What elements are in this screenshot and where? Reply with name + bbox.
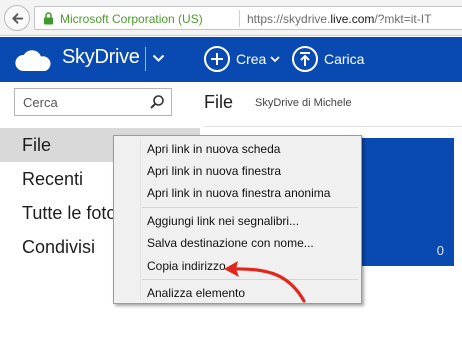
identity-separator	[239, 10, 240, 27]
url-text[interactable]: https://skydrive.live.com/?mkt=it-IT	[247, 12, 431, 26]
page-title: File	[204, 92, 234, 112]
tile-count: 0	[436, 243, 444, 258]
create-button[interactable]: Crea	[204, 44, 280, 74]
chevron-down-icon	[270, 56, 280, 63]
menu-item-open-new-tab[interactable]: Apri link in nuova scheda	[147, 142, 280, 156]
lock-icon	[44, 12, 53, 25]
url-field[interactable]: Microsoft Corporation (US) https://skydr…	[34, 6, 462, 30]
app-brand[interactable]: SkyDrive	[62, 46, 140, 69]
menu-separator	[142, 207, 358, 208]
arrow-left-icon	[12, 13, 24, 24]
plus-icon	[204, 46, 230, 72]
back-button[interactable]	[4, 5, 30, 31]
menu-item-open-new-window[interactable]: Apri link in nuova finestra	[147, 164, 281, 178]
menu-item-open-private-window[interactable]: Apri link in nuova finestra anonima	[147, 186, 330, 200]
app-header: SkyDrive Crea Carica	[0, 37, 462, 82]
url-domain: live.com	[330, 12, 375, 26]
upload-label: Carica	[324, 51, 365, 67]
site-identity[interactable]: Microsoft Corporation (US)	[60, 12, 203, 26]
upload-icon	[292, 46, 318, 72]
menu-gutter	[140, 139, 141, 300]
chevron-down-icon[interactable]	[152, 53, 165, 63]
annotation-arrow-icon	[224, 261, 306, 303]
url-prefix: https://skydrive.	[247, 12, 331, 26]
brand-separator	[145, 47, 146, 71]
menu-item-bookmark-link[interactable]: Aggiungi link nei segnalibri...	[147, 214, 299, 228]
upload-button[interactable]: Carica	[292, 44, 364, 74]
cloud-logo-icon[interactable]	[14, 50, 54, 72]
browser-address-bar: Microsoft Corporation (US) https://skydr…	[0, 0, 462, 36]
search-input[interactable]	[15, 89, 145, 115]
header-divider	[204, 126, 462, 127]
search-box	[14, 88, 172, 116]
search-icon[interactable]	[149, 94, 165, 110]
owner-label: SkyDrive di Michele	[255, 97, 352, 109]
menu-item-copy-link[interactable]: Copia indirizzo	[147, 259, 226, 273]
menu-item-save-link-as[interactable]: Salva destinazione con nome...	[147, 236, 314, 250]
url-suffix: /?mkt=it-IT	[374, 12, 432, 26]
create-label: Crea	[236, 51, 267, 67]
